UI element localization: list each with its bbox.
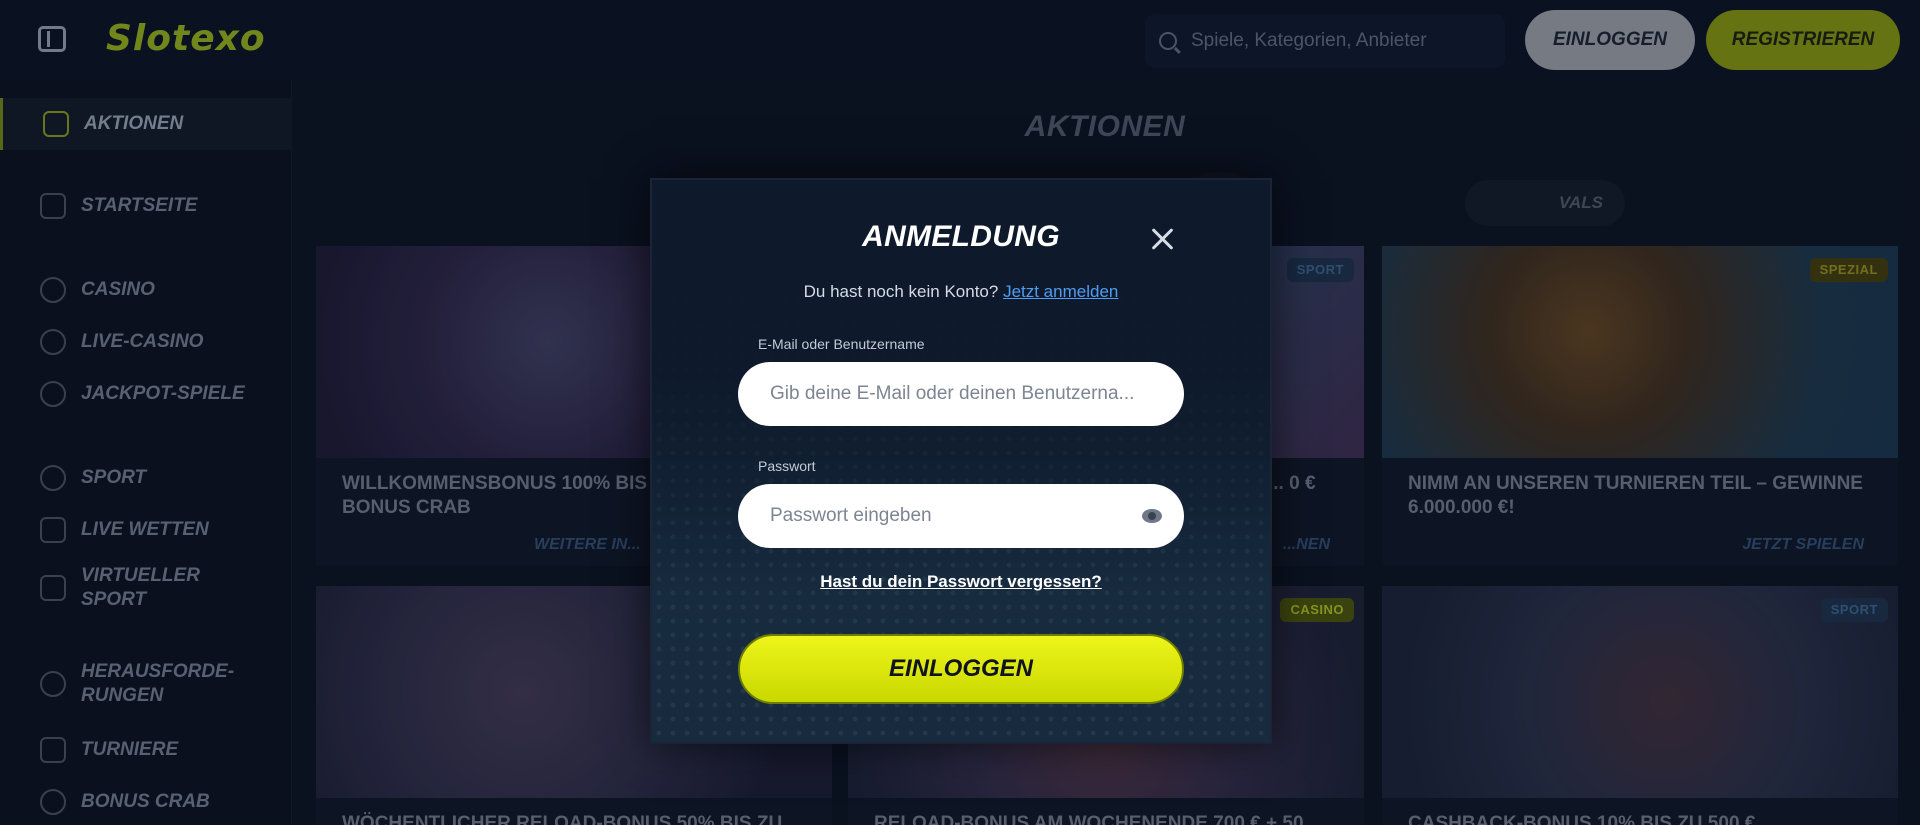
sidebar-item-label: VIRTUELLER SPORT xyxy=(81,565,200,610)
play-icon xyxy=(40,517,66,543)
sidebar-item-startseite[interactable]: STARTSEITE xyxy=(0,180,292,232)
sidebar-item-label: LIVE-CASINO xyxy=(81,331,204,352)
email-field[interactable] xyxy=(738,362,1184,426)
promo-card[interactable]: SPEZIAL NIMM AN UNSEREN TURNIEREN TEIL –… xyxy=(1382,246,1898,566)
promo-card-title: NIMM AN UNSEREN TURNIEREN TEIL – GEWINNE… xyxy=(1408,473,1863,518)
sidebar-toggle-icon[interactable] xyxy=(38,26,66,52)
status-badge: SPORT xyxy=(1820,598,1888,622)
top-header: Slotexo EINLOGGEN REGISTRIEREN xyxy=(0,0,1920,80)
register-link[interactable]: Jetzt anmelden xyxy=(1003,282,1118,301)
promo-card-link[interactable]: WEITERE IN... xyxy=(534,536,641,554)
sidebar-item-herausforderungen[interactable]: HERAUSFORDE-RUNGEN xyxy=(0,652,292,716)
login-modal: ANMELDUNG Du hast noch kein Konto? Jetzt… xyxy=(650,178,1272,744)
sidebar-item-jackpot[interactable]: JACKPOT-SPIELE xyxy=(0,368,292,420)
page-title: AKTIONEN xyxy=(1024,110,1186,143)
trophy-icon xyxy=(40,737,66,763)
eye-icon[interactable] xyxy=(1142,509,1162,523)
no-account-line: Du hast noch kein Konto? Jetzt anmelden xyxy=(652,282,1270,302)
bonus-icon xyxy=(40,789,66,815)
gift-icon xyxy=(43,111,69,137)
home-icon xyxy=(40,193,66,219)
gamepad-icon xyxy=(40,575,66,601)
email-label: E-Mail oder Benutzername xyxy=(758,336,925,352)
sidebar-item-bonus-crab[interactable]: BONUS CRAB xyxy=(0,776,292,825)
search-icon xyxy=(1159,32,1177,50)
sidebar-item-label: BONUS CRAB xyxy=(81,791,210,812)
casino-chip-icon xyxy=(40,277,66,303)
modal-login-button[interactable]: EINLOGGEN xyxy=(738,634,1184,704)
search-input[interactable] xyxy=(1191,30,1491,52)
sidebar-item-label: LIVE WETTEN xyxy=(81,519,209,540)
status-badge: CASINO xyxy=(1280,598,1354,622)
sidebar-item-casino[interactable]: CASINO xyxy=(0,264,292,316)
promo-card-title: CASHBACK-BONUS 10% BIS ZU 500 € xyxy=(1408,813,1756,825)
forgot-password-link[interactable]: Hast du dein Passwort vergessen? xyxy=(652,572,1270,592)
sidebar-item-aktionen[interactable]: AKTIONEN xyxy=(0,98,292,150)
spade-icon xyxy=(40,329,66,355)
status-badge: SPORT xyxy=(1286,258,1354,282)
no-account-text: Du hast noch kein Konto? xyxy=(803,282,999,301)
promo-card-title: WÖCHENTLICHER RELOAD-BONUS 50% BIS ZU... xyxy=(342,813,799,825)
register-button[interactable]: REGISTRIEREN xyxy=(1706,10,1900,70)
sidebar: AKTIONEN STARTSEITE CASINO LIVE-CASINO J… xyxy=(0,80,292,825)
sidebar-item-label: STARTSEITE xyxy=(81,195,198,216)
sidebar-item-turniere[interactable]: TURNIERE xyxy=(0,724,292,776)
sidebar-item-label: CASINO xyxy=(81,279,155,300)
medal-icon xyxy=(40,671,66,697)
sidebar-item-label: SPORT xyxy=(81,467,147,488)
promo-card-link[interactable]: JETZT SPIELEN xyxy=(1742,536,1864,554)
sidebar-item-label: AKTIONEN xyxy=(84,113,184,134)
close-icon[interactable] xyxy=(1148,224,1178,254)
search-bar[interactable] xyxy=(1145,14,1505,68)
login-button[interactable]: EINLOGGEN xyxy=(1525,10,1695,70)
filter-tab-specials[interactable]: VALS xyxy=(1465,180,1625,226)
sidebar-item-sport[interactable]: SPORT xyxy=(0,452,292,504)
sidebar-item-label: TURNIERE xyxy=(81,739,179,760)
promo-card[interactable]: SPORT CASHBACK-BONUS 10% BIS ZU 500 € xyxy=(1382,586,1898,825)
sidebar-item-live-wetten[interactable]: LIVE WETTEN xyxy=(0,504,292,556)
sidebar-item-label: HERAUSFORDE-RUNGEN xyxy=(81,661,235,706)
password-field[interactable] xyxy=(738,484,1184,548)
question-icon xyxy=(40,381,66,407)
sidebar-item-live-casino[interactable]: LIVE-CASINO xyxy=(0,316,292,368)
sidebar-item-virtueller-sport[interactable]: VIRTUELLER SPORT xyxy=(0,556,292,620)
promo-card-title: RELOAD-BONUS AM WOCHENENDE 700 € + 50... xyxy=(874,813,1320,825)
password-label: Passwort xyxy=(758,458,816,474)
promo-card-link[interactable]: ...NEN xyxy=(1283,536,1330,554)
promo-card-title: ... 0 € xyxy=(1268,473,1316,494)
status-badge: SPEZIAL xyxy=(1809,258,1888,282)
football-icon xyxy=(40,465,66,491)
sidebar-item-label: JACKPOT-SPIELE xyxy=(81,383,245,404)
logo[interactable]: Slotexo xyxy=(106,18,266,59)
